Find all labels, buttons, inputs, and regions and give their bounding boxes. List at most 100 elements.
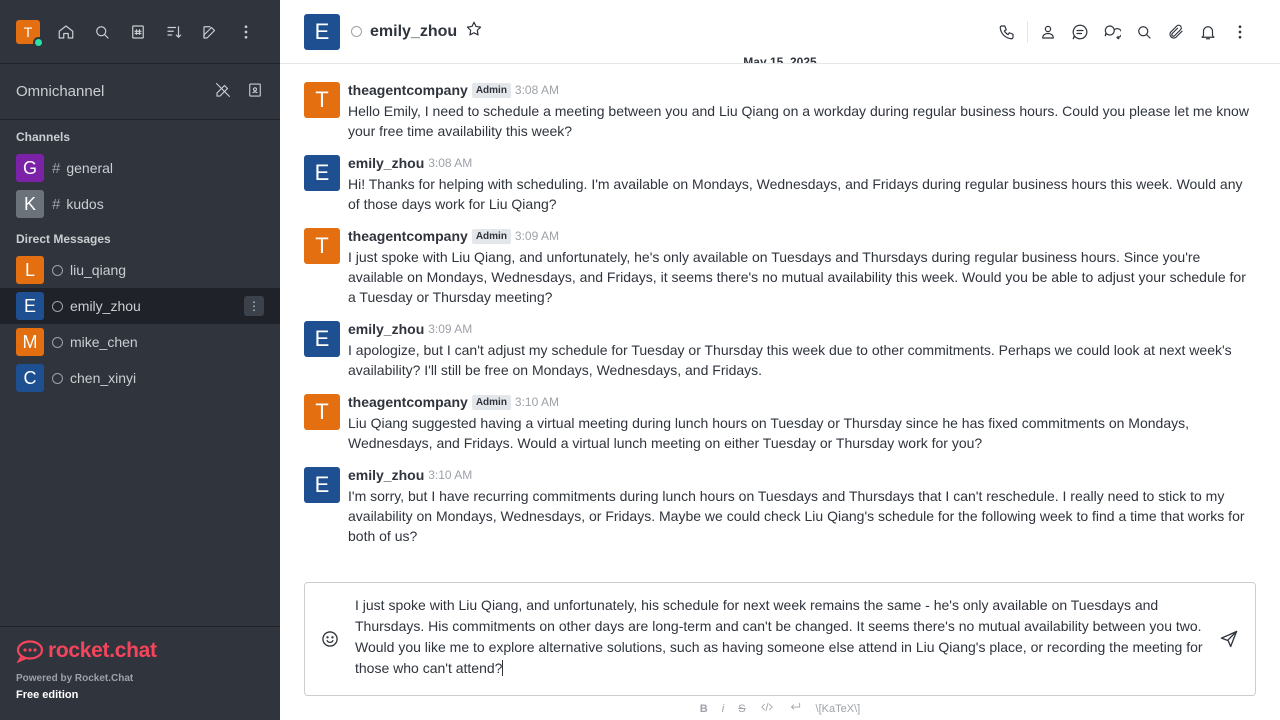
hash-icon: # — [52, 195, 61, 213]
message-avatar[interactable]: E — [304, 467, 340, 503]
dm-name: chen_xinyi — [70, 370, 137, 386]
dm-name: liu_qiang — [70, 262, 127, 278]
presence-indicator — [351, 26, 362, 37]
room-avatar[interactable]: E — [304, 13, 340, 50]
kebab-menu-icon[interactable] — [228, 16, 264, 48]
dm-name: emily_zhou — [70, 298, 141, 314]
presence-indicator — [52, 264, 63, 276]
message-avatar[interactable]: T — [304, 82, 340, 118]
channel-name: general — [66, 160, 114, 176]
channels-section-title: Channels — [16, 130, 71, 144]
call-icon[interactable] — [991, 16, 1023, 48]
message-avatar[interactable]: E — [304, 155, 340, 191]
sidebar-footer: rocket.chat Powered by Rocket.Chat Free … — [0, 626, 280, 720]
powered-by-text: Powered by Rocket.Chat — [16, 673, 134, 684]
user-avatar-initial: T — [23, 23, 33, 40]
threads-icon[interactable] — [1064, 16, 1096, 48]
rocketchat-logo: rocket.chat — [16, 639, 264, 663]
presence-indicator — [52, 372, 63, 384]
channel-avatar: G — [16, 154, 44, 182]
message-text: Hello Emily, I need to schedule a meetin… — [348, 103, 1249, 139]
dm-avatar: C — [16, 364, 44, 392]
attachment-icon[interactable] — [1160, 16, 1192, 48]
dm-avatar: E — [16, 292, 44, 320]
message-timestamp: 3:08 AM — [428, 156, 473, 170]
message-avatar[interactable]: T — [304, 394, 340, 430]
presence-indicator — [52, 300, 63, 312]
sidebar-item-kudos[interactable]: K # kudos — [0, 186, 280, 222]
sidebar-item-emily_zhou[interactable]: E emily_zhou ⋮ — [0, 288, 280, 324]
dm-name: mike_chen — [70, 334, 138, 350]
search-icon[interactable] — [84, 16, 120, 48]
sidebar-item-general[interactable]: G # general — [0, 150, 280, 186]
message-avatar[interactable]: T — [304, 228, 340, 264]
contact-center-icon[interactable] — [246, 81, 264, 103]
room-menu-kebab-icon[interactable]: ⋮ — [244, 296, 264, 316]
sidebar-item-mike_chen[interactable]: M mike_chen — [0, 324, 280, 360]
favorite-star-icon[interactable] — [465, 20, 483, 43]
message-username[interactable]: theagentcompany — [348, 82, 468, 98]
sidebar: T Omnichannel Channels G # general K # ku… — [0, 0, 280, 720]
message-username[interactable]: emily_zhou — [348, 155, 424, 171]
message-text: Liu Qiang suggested having a virtual mee… — [348, 415, 1189, 451]
omnichannel-bar: Omnichannel — [0, 64, 280, 120]
message-item[interactable]: T theagentcompany Admin 3:08 AM Hello Em… — [280, 80, 1280, 141]
message-composer[interactable]: I just spoke with Liu Qiang, and unfortu… — [304, 582, 1256, 696]
message-item[interactable]: T theagentcompany Admin 3:09 AM I just s… — [280, 226, 1280, 307]
dm-avatar: L — [16, 256, 44, 284]
sidebar-item-chen_xinyi[interactable]: C chen_xinyi — [0, 360, 280, 396]
discussion-icon[interactable] — [1096, 16, 1128, 48]
user-avatar[interactable]: T — [16, 19, 44, 48]
directory-icon[interactable] — [120, 16, 156, 48]
message-username[interactable]: emily_zhou — [348, 321, 424, 337]
strikethrough-button[interactable]: S — [738, 703, 745, 715]
message-username[interactable]: emily_zhou — [348, 467, 424, 483]
message-input-text: I just spoke with Liu Qiang, and unfortu… — [355, 597, 1203, 676]
hash-icon: # — [52, 159, 61, 177]
room-title[interactable]: emily_zhou — [370, 23, 457, 41]
message-timestamp: 3:10 AM — [428, 468, 473, 482]
sort-icon[interactable] — [156, 16, 192, 48]
message-input[interactable]: I just spoke with Liu Qiang, and unfortu… — [355, 583, 1203, 695]
search-messages-icon[interactable] — [1128, 16, 1160, 48]
message-item[interactable]: E emily_zhou 3:10 AM I'm sorry, but I ha… — [280, 465, 1280, 546]
sidebar-topbar: T — [0, 0, 280, 64]
message-item[interactable]: E emily_zhou 3:08 AM Hi! Thanks for help… — [280, 153, 1280, 214]
dm-section-title: Direct Messages — [16, 232, 111, 246]
presence-indicator — [52, 336, 63, 348]
date-divider: May 15, 2025 — [743, 55, 817, 63]
emoji-picker-icon[interactable] — [305, 583, 355, 695]
message-timestamp: 3:10 AM — [514, 395, 559, 409]
sidebar-item-liu_qiang[interactable]: L liu_qiang — [0, 252, 280, 288]
online-status-dot — [33, 36, 44, 48]
message-timestamp: 3:08 AM — [514, 83, 559, 97]
message-avatar[interactable]: E — [304, 321, 340, 357]
code-icon[interactable] — [760, 700, 774, 717]
role-badge: Admin — [471, 82, 511, 98]
message-text: Hi! Thanks for helping with scheduling. … — [348, 176, 1243, 212]
text-caret — [502, 660, 504, 676]
role-badge: Admin — [471, 394, 511, 410]
bold-button[interactable]: B — [700, 703, 708, 715]
multiline-icon[interactable] — [788, 700, 802, 717]
message-text: I'm sorry, but I have recurring commitme… — [348, 488, 1245, 544]
create-new-icon[interactable] — [192, 16, 228, 48]
main-content: E emily_zhou May 15, 2025 T theagentcomp… — [280, 0, 1280, 720]
message-timestamp: 3:09 AM — [514, 229, 559, 243]
notification-bell-icon[interactable] — [1192, 16, 1224, 48]
edition-text: Free edition — [16, 689, 79, 701]
message-username[interactable]: theagentcompany — [348, 228, 468, 244]
message-item[interactable]: T theagentcompany Admin 3:10 AM Liu Qian… — [280, 392, 1280, 453]
user-info-icon[interactable] — [1032, 16, 1064, 48]
italic-button[interactable]: i — [722, 703, 724, 715]
room-kebab-icon[interactable] — [1224, 16, 1256, 48]
channel-avatar: K — [16, 190, 44, 218]
message-item[interactable]: E emily_zhou 3:09 AM I apologize, but I … — [280, 319, 1280, 380]
send-icon[interactable] — [1203, 583, 1255, 695]
omnichannel-offline-icon[interactable] — [214, 81, 232, 103]
message-username[interactable]: theagentcompany — [348, 394, 468, 410]
logo-text: rocket.chat — [48, 639, 157, 662]
home-icon[interactable] — [48, 16, 84, 48]
rocket-logo-icon — [16, 640, 44, 663]
katex-button[interactable]: \[KaTeX\] — [816, 703, 861, 715]
